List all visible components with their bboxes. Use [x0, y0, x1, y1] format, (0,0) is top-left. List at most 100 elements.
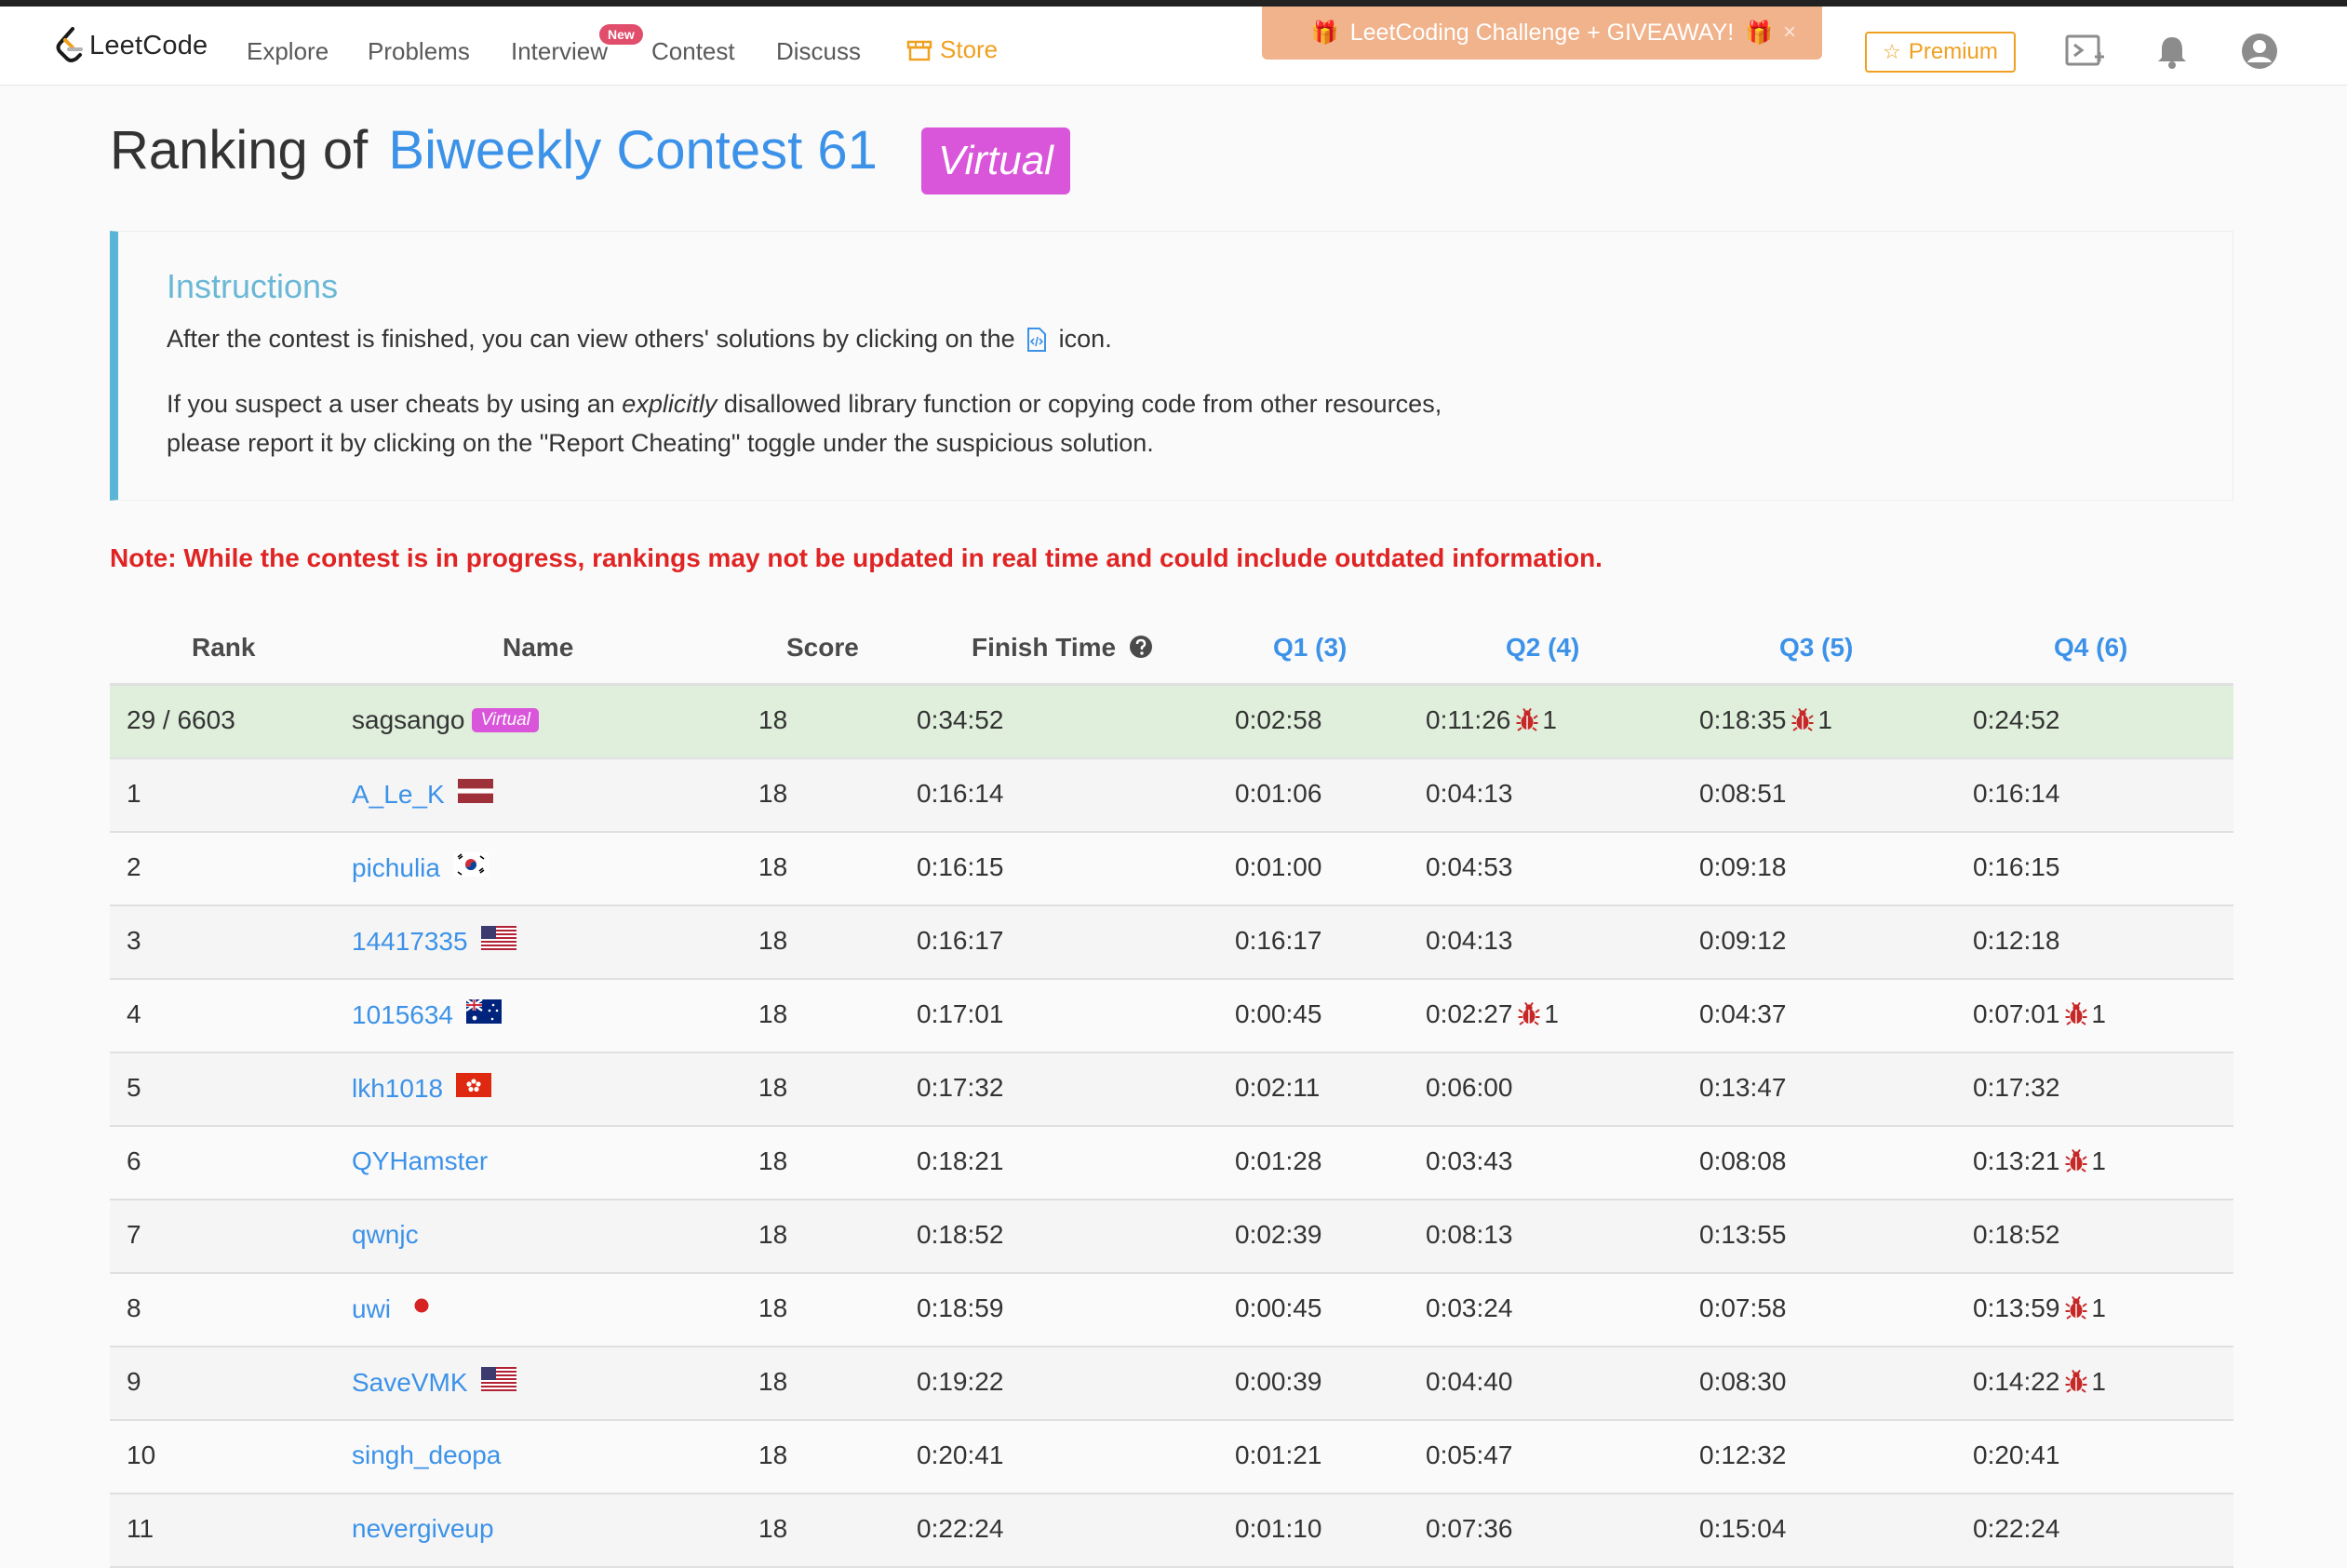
q3-time: 0:15:04 — [1699, 1514, 1787, 1543]
instructions-panel: Instructions After the contest is finish… — [110, 231, 2233, 501]
penalty-count: 1 — [2091, 1293, 2106, 1322]
table-row: 5 lkh1018 18 0:17:32 0:02:11 0:06:00 0:13:47 0:… — [110, 1053, 2233, 1127]
q4-time: 0:14:22 — [1973, 1367, 2060, 1396]
user-name-link[interactable]: 14417335 — [352, 927, 468, 957]
nav-problems[interactable]: Problems — [368, 37, 470, 66]
header-finish-time: Finish Time — [972, 633, 1153, 665]
promo-banner[interactable]: 🎁 LeetCoding Challenge + GIVEAWAY! 🎁 × — [1262, 7, 1822, 60]
brand-logo[interactable]: LeetCode — [52, 25, 208, 66]
header-q3[interactable]: Q3 (5) — [1779, 633, 1853, 663]
premium-button[interactable]: ☆ Premium — [1865, 32, 2016, 73]
q4-time-cell: 0:17:32 — [1973, 1073, 2059, 1103]
wrong-answer-penalty: 1 — [2065, 1146, 2106, 1176]
nav-contest[interactable]: Contest — [651, 37, 735, 66]
finish-time-cell: 0:18:59 — [917, 1293, 1004, 1322]
user-name-link[interactable]: pichulia — [352, 853, 440, 883]
q4-time-cell: 0:18:52 — [1973, 1220, 2059, 1250]
bell-icon[interactable] — [2155, 34, 2189, 69]
contest-link[interactable]: Biweekly Contest 61 — [388, 120, 877, 181]
user-name-link[interactable]: A_Le_K — [352, 780, 445, 810]
name-cell: SaveVMK — [352, 1367, 516, 1398]
rank-cell: 10 — [127, 1441, 156, 1469]
q2-time-cell: 0:04:13 — [1426, 779, 1512, 809]
q3-time: 0:09:12 — [1699, 926, 1787, 955]
header-q4[interactable]: Q4 (6) — [2054, 633, 2127, 663]
flag-hong-kong-icon — [456, 1073, 492, 1104]
q1-time: 0:00:45 — [1235, 1293, 1322, 1322]
leetcode-logo-icon — [56, 27, 83, 62]
name-cell: QYHamster — [352, 1146, 488, 1176]
user-name-link[interactable]: uwi — [352, 1294, 391, 1324]
nav-interview[interactable]: Interview — [511, 37, 608, 66]
wrong-answer-penalty: 1 — [2065, 1293, 2106, 1323]
q2-time-cell: 0:08:13 — [1426, 1220, 1512, 1250]
q1-time-cell: 0:01:00 — [1235, 852, 1321, 882]
avatar-icon[interactable] — [2241, 33, 2278, 70]
header-q1[interactable]: Q1 (3) — [1273, 633, 1347, 663]
score-cell: 18 — [758, 1367, 788, 1396]
q4-time-cell: 0:22:24 — [1973, 1514, 2059, 1544]
q4-time-cell: 0:12:18 — [1973, 926, 2059, 956]
rank-cell: 1 — [127, 779, 141, 808]
finish-time-cell: 0:18:21 — [917, 1146, 1004, 1175]
bug-icon — [2065, 1002, 2088, 1025]
virtual-badge: Virtual — [472, 708, 539, 732]
promo-close-icon[interactable]: × — [1783, 20, 1796, 46]
nav-store-label: Store — [940, 35, 999, 63]
user-name-link[interactable]: QYHamster — [352, 1146, 488, 1176]
q1-time: 0:02:11 — [1235, 1073, 1321, 1102]
user-name-link[interactable]: SaveVMK — [352, 1368, 468, 1398]
penalty-count: 1 — [1544, 999, 1559, 1028]
q2-time: 0:04:40 — [1426, 1367, 1513, 1396]
nav-store[interactable]: Store — [906, 35, 998, 64]
virtual-tag: Virtual — [921, 127, 1070, 194]
q2-time-cell: 0:07:36 — [1426, 1514, 1512, 1544]
q2-time: 0:03:43 — [1426, 1146, 1513, 1175]
q1-time-cell: 0:02:39 — [1235, 1220, 1321, 1250]
table-row-self: 29 / 6603 sagsango Virtual 18 0:34:52 0:02:58… — [110, 686, 2233, 759]
score-cell: 18 — [758, 1293, 788, 1322]
penalty-count: 1 — [1542, 705, 1557, 734]
rank-cell: 7 — [127, 1220, 141, 1249]
finish-time-cell: 0:34:52 — [917, 705, 1004, 734]
user-name-link[interactable]: singh_deopa — [352, 1441, 501, 1470]
penalty-count: 1 — [2091, 1146, 2106, 1175]
user-name-link[interactable]: lkh1018 — [352, 1074, 443, 1104]
q2-time-cell: 0:04:13 — [1426, 926, 1512, 956]
table-row: 6 QYHamster 18 0:18:21 0:01:28 0:03:43 0:08:08… — [110, 1127, 2233, 1200]
table-row: 3 14417335 18 0:16:17 0:16:17 0:04:13 0:09:12 0… — [110, 906, 2233, 980]
rank-cell: 29 / 6603 — [127, 705, 235, 734]
help-icon[interactable] — [1129, 635, 1153, 665]
q3-time-cell: 0:08:08 — [1699, 1146, 1786, 1176]
user-name-link[interactable]: 1015634 — [352, 1000, 453, 1030]
finish-time-cell: 0:20:41 — [917, 1441, 1004, 1469]
bug-icon — [2065, 1370, 2088, 1393]
nav-discuss[interactable]: Discuss — [776, 37, 861, 66]
name-cell: pichulia — [352, 852, 489, 883]
score-cell: 18 — [758, 1073, 788, 1102]
gift-icon: 🎁 — [1745, 20, 1774, 46]
finish-time-cell: 0:19:22 — [917, 1367, 1004, 1396]
name-cell: uwi — [352, 1293, 440, 1324]
q3-time-cell: 0:08:51 — [1699, 779, 1786, 809]
nav-explore[interactable]: Explore — [247, 37, 329, 66]
instructions-line-3: please report it by clicking on the "Rep… — [167, 429, 1154, 457]
table-row: 8 uwi 18 0:18:59 0:00:45 0:03:24 0:07:58 0:13:5… — [110, 1274, 2233, 1347]
q3-time-cell: 0:08:30 — [1699, 1367, 1786, 1397]
user-name-link[interactable]: qwnjc — [352, 1220, 419, 1250]
name-cell: 14417335 — [352, 926, 516, 957]
playground-icon[interactable] — [2064, 33, 2105, 70]
wrong-answer-penalty: 1 — [2065, 1367, 2106, 1397]
user-name-link[interactable]: nevergiveup — [352, 1514, 494, 1544]
header-q2[interactable]: Q2 (4) — [1506, 633, 1579, 663]
q3-time: 0:09:18 — [1699, 852, 1787, 881]
bug-icon — [1518, 1002, 1541, 1025]
name-cell: lkh1018 — [352, 1073, 492, 1104]
q3-time-cell: 0:09:18 — [1699, 852, 1786, 882]
q1-time-cell: 0:01:06 — [1235, 779, 1321, 809]
name-cell: sagsango Virtual — [352, 705, 539, 735]
q2-time-cell: 0:03:24 — [1426, 1293, 1512, 1323]
table-row: 9 SaveVMK 18 0:19:22 0:00:39 0:04:40 0:08:30 0:… — [110, 1347, 2233, 1421]
rank-cell: 9 — [127, 1367, 141, 1396]
score-cell: 18 — [758, 1220, 788, 1249]
